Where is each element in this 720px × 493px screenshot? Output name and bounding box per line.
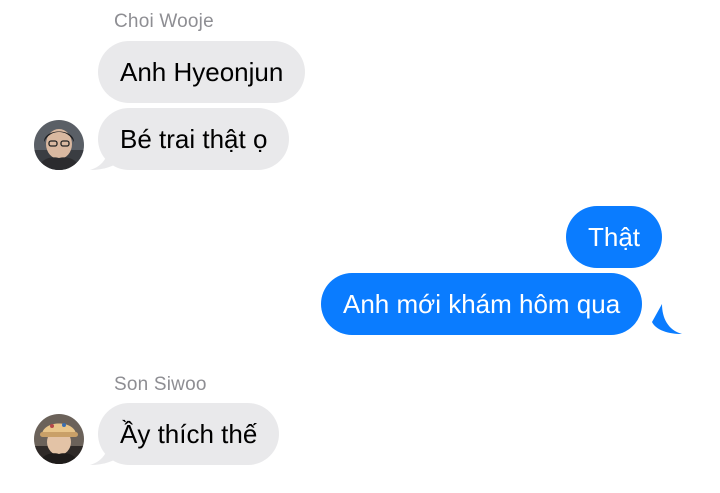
bubble-tail-incoming: [90, 140, 124, 170]
bubble-tail-incoming: [90, 435, 124, 465]
avatar-son-siwoo[interactable]: [34, 414, 84, 464]
sender-name-choi-wooje: Choi Wooje: [114, 11, 214, 32]
message-bubble-outgoing[interactable]: Thật: [566, 206, 663, 268]
message-bubble-incoming[interactable]: Anh Hyeonjun: [98, 41, 306, 103]
sender-name-son-siwoo: Son Siwoo: [114, 374, 207, 395]
bubble-tail-outgoing: [652, 304, 682, 334]
message-bubble-outgoing[interactable]: Anh mới khám hôm qua: [321, 273, 643, 335]
person-photo-avatar-with-hat-icon: [34, 414, 84, 464]
avatar-choi-wooje[interactable]: [34, 120, 84, 170]
person-photo-avatar-icon: [34, 120, 84, 170]
